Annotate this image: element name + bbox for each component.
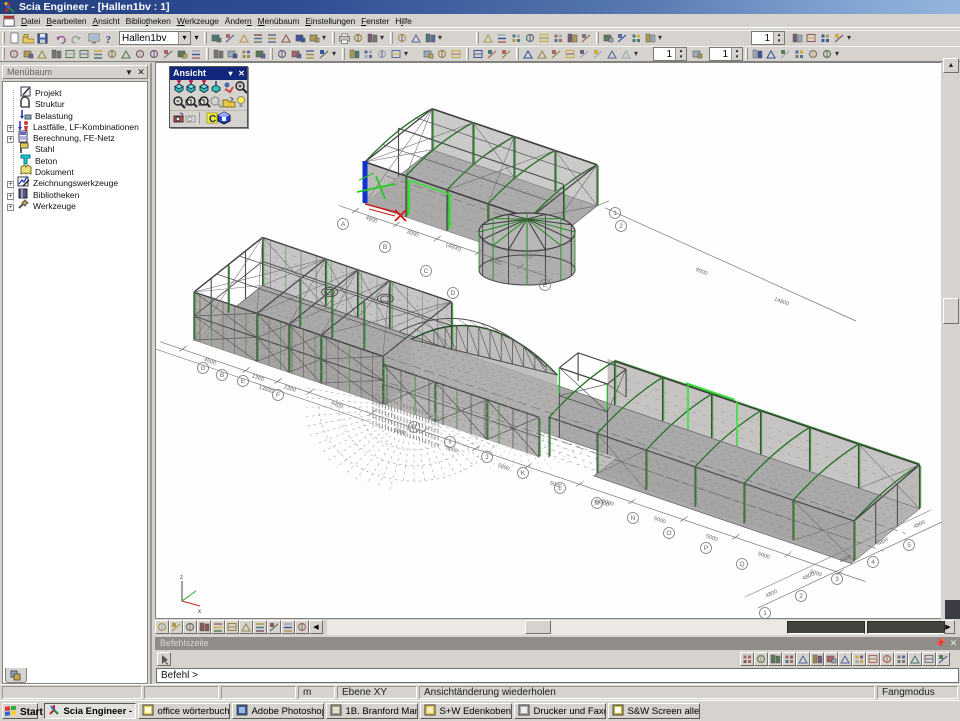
svg-text:C: C	[424, 268, 429, 275]
svg-text:5000: 5000	[757, 551, 771, 561]
svg-text:I: I	[449, 439, 451, 446]
svg-text:B: B	[383, 244, 387, 251]
svg-text:D: D	[451, 290, 456, 297]
svg-text:14800: 14800	[773, 297, 789, 308]
svg-text:3: 3	[835, 576, 839, 583]
svg-text:13800: 13800	[258, 385, 274, 396]
svg-text:N: N	[631, 515, 636, 522]
svg-text:5000: 5000	[705, 534, 719, 544]
svg-text:4400: 4400	[330, 400, 344, 410]
svg-text:A: A	[341, 221, 346, 228]
svg-text:5000: 5000	[497, 463, 511, 473]
svg-text:z: z	[180, 575, 183, 581]
svg-text:5: 5	[907, 542, 911, 549]
svg-text:5000: 5000	[653, 516, 667, 526]
svg-text:E: E	[543, 282, 548, 289]
svg-text:F: F	[276, 392, 280, 399]
svg-text:2: 2	[799, 593, 803, 600]
svg-text:P: P	[704, 545, 708, 552]
svg-text:4800: 4800	[765, 589, 779, 600]
svg-text:2: 2	[619, 223, 623, 230]
svg-text:4800: 4800	[365, 215, 379, 225]
svg-text:G: G	[200, 365, 205, 372]
svg-text:B: B	[220, 372, 224, 379]
svg-text:2300: 2300	[283, 384, 297, 394]
svg-text:1: 1	[613, 210, 617, 217]
svg-text:3000: 3000	[406, 229, 420, 239]
svg-text:O: O	[666, 530, 671, 537]
svg-text:H: H	[412, 424, 417, 431]
svg-text:x: x	[198, 609, 201, 615]
svg-text:4800: 4800	[802, 571, 816, 582]
svg-text:E: E	[241, 378, 246, 385]
svg-text:4800: 4800	[913, 520, 927, 531]
svg-text:9000: 9000	[695, 267, 709, 277]
svg-text:M: M	[594, 500, 599, 507]
svg-text:L: L	[558, 485, 562, 492]
svg-text:2300: 2300	[251, 374, 265, 384]
svg-text:K: K	[521, 470, 526, 477]
svg-text:?: ?	[106, 34, 112, 45]
svg-text:Q: Q	[739, 561, 744, 568]
svg-text:J: J	[485, 454, 488, 461]
svg-text:(4800): (4800)	[445, 242, 462, 253]
svg-text:4: 4	[871, 559, 875, 566]
svg-text:1: 1	[763, 610, 767, 617]
svg-text:C: C	[209, 114, 216, 125]
